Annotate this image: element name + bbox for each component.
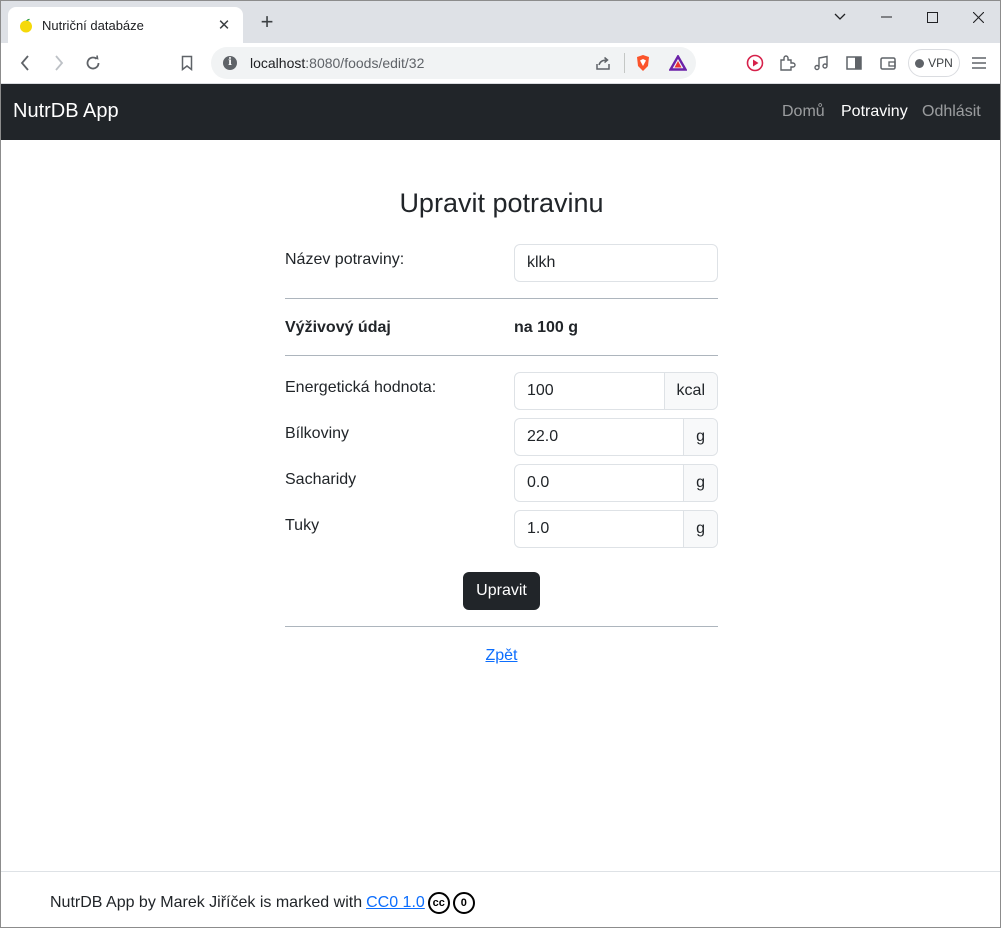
divider <box>285 298 718 299</box>
forward-icon[interactable] <box>47 51 71 75</box>
browser-tab[interactable]: Nutriční databáze ✕ <box>8 7 243 43</box>
navbar-brand[interactable]: NutrDB App <box>13 100 119 123</box>
sidebar-icon[interactable] <box>842 51 866 75</box>
protein-unit: g <box>683 419 717 455</box>
fat-input[interactable]: 1.0 g <box>514 510 718 548</box>
music-icon[interactable] <box>809 51 833 75</box>
back-link[interactable]: Zpět <box>485 647 517 664</box>
menu-icon[interactable] <box>967 51 991 75</box>
footer-attribution: NutrDB App by Marek Jiříček is marked wi… <box>50 894 363 911</box>
footer: NutrDB App by Marek Jiříček is marked wi… <box>1 871 1000 927</box>
brave-rewards-icon[interactable] <box>666 51 690 75</box>
minimize-icon[interactable] <box>863 1 909 33</box>
carbs-input[interactable]: 0.0 g <box>514 464 718 502</box>
license-link[interactable]: CC0 1.0 <box>366 894 425 912</box>
fat-unit: g <box>683 511 717 547</box>
per-100g-header: na 100 g <box>514 319 579 336</box>
vpn-label: VPN <box>928 56 953 70</box>
reload-icon[interactable] <box>81 51 105 75</box>
energy-input[interactable]: 100 kcal <box>514 372 718 410</box>
carbs-label: Sacharidy <box>285 471 357 488</box>
omnibox-divider <box>624 53 625 73</box>
address-bar[interactable]: i localhost:8080/foods/edit/32 <box>211 47 696 79</box>
energy-unit: kcal <box>663 373 717 409</box>
energy-value: 100 <box>527 382 554 399</box>
protein-value: 22.0 <box>527 428 559 445</box>
cc-icon: cc <box>427 892 450 914</box>
vpn-button[interactable]: VPN <box>908 49 960 77</box>
nutrient-header: Výživový údaj <box>285 319 391 336</box>
new-tab-icon[interactable]: + <box>255 9 279 35</box>
url-text[interactable]: localhost:8080/foods/edit/32 <box>250 55 424 71</box>
protein-input[interactable]: 22.0 g <box>514 418 718 456</box>
tab-strip: Nutriční databáze ✕ + <box>1 1 1000 43</box>
browser-window: Nutriční databáze ✕ + i localhost:8080/f… <box>0 0 1001 928</box>
footer-text: NutrDB App by Marek Jiříček is marked wi… <box>50 892 475 914</box>
app-navbar: NutrDB App Domů Potraviny Odhlásit <box>1 84 1000 140</box>
food-name-value: klkh <box>527 254 556 271</box>
zero-icon: 0 <box>452 892 475 914</box>
nav-link-foods[interactable]: Potraviny <box>841 103 908 121</box>
food-name-label: Název potraviny: <box>285 251 405 268</box>
media-play-icon[interactable] <box>743 51 767 75</box>
apple-icon <box>20 18 32 33</box>
fat-value: 1.0 <box>527 520 550 537</box>
back-link-container: Zpět <box>1 647 1000 665</box>
brave-shield-icon[interactable] <box>631 51 655 75</box>
wallet-icon[interactable] <box>876 51 900 75</box>
back-icon[interactable] <box>13 51 37 75</box>
tab-search-icon[interactable] <box>817 1 863 33</box>
carbs-unit: g <box>683 465 717 501</box>
maximize-icon[interactable] <box>909 1 955 33</box>
extensions-icon[interactable] <box>775 51 799 75</box>
divider <box>285 626 718 627</box>
food-name-input[interactable]: klkh <box>514 244 718 282</box>
protein-label: Bílkoviny <box>285 425 350 442</box>
close-window-icon[interactable] <box>955 1 1000 33</box>
fat-label: Tuky <box>285 517 320 534</box>
carbs-value: 0.0 <box>527 474 550 491</box>
energy-label: Energetická hodnota: <box>285 379 437 396</box>
site-info-icon[interactable]: i <box>223 56 237 70</box>
nav-link-logout[interactable]: Odhlásit <box>922 103 981 121</box>
page-title: Upravit potravinu <box>399 188 604 218</box>
submit-button[interactable]: Upravit <box>463 572 540 610</box>
browser-toolbar: i localhost:8080/foods/edit/32 VPN <box>1 43 1000 84</box>
vpn-status-icon <box>915 58 925 68</box>
share-icon[interactable] <box>591 51 615 75</box>
close-tab-icon[interactable]: ✕ <box>215 16 233 34</box>
bookmark-icon[interactable] <box>175 51 199 75</box>
divider <box>285 355 718 356</box>
nav-link-home[interactable]: Domů <box>782 103 825 121</box>
tab-title: Nutriční databáze <box>42 17 144 33</box>
